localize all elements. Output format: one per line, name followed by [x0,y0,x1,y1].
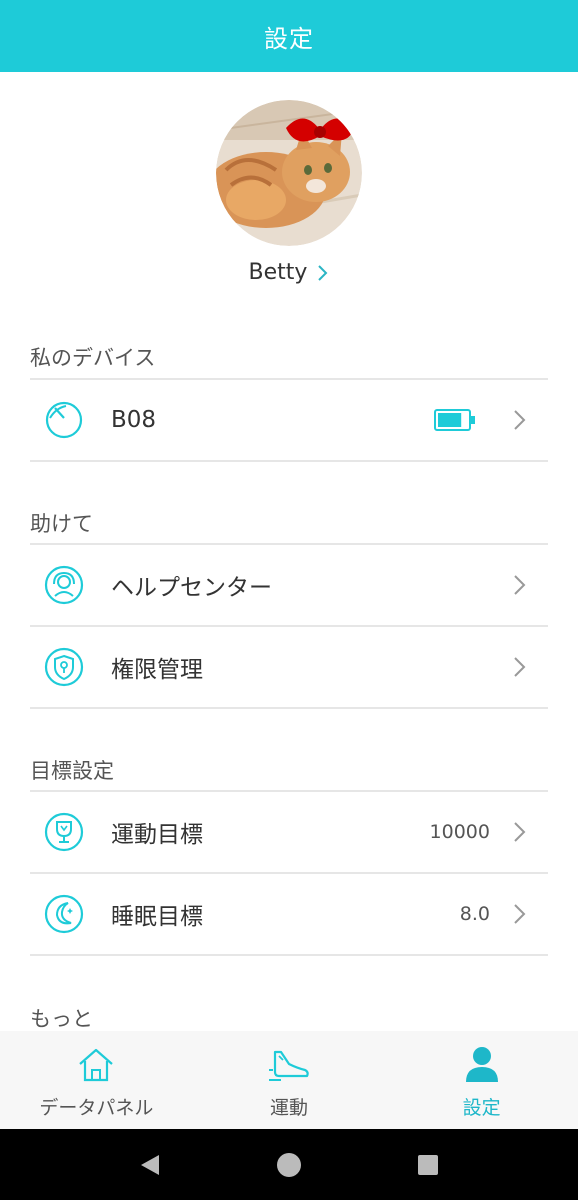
headset-icon [44,565,84,605]
section-title-device: 私のデバイス [30,346,156,370]
help-center-row[interactable]: ヘルプセンター [30,545,548,627]
profile-name-link[interactable]: Betty [0,260,578,285]
device-row-b08[interactable]: B08 [30,380,548,462]
sleep-goal-label: 睡眠目標 [111,904,203,930]
section-title-help: 助けて [30,512,93,536]
tab-data-panel[interactable]: データパネル [0,1031,193,1129]
tab-label: 設定 [462,1097,501,1119]
tab-label: データパネル [39,1097,154,1119]
chevron-right-icon [510,820,530,844]
tab-settings[interactable]: 設定 [385,1031,578,1129]
section-title-goals: 目標設定 [30,759,114,783]
chevron-right-icon [510,408,530,432]
tab-label: 運動 [270,1097,309,1119]
recents-button[interactable] [408,1145,448,1185]
profile-section: Betty [0,100,578,285]
shield-lock-icon [44,647,84,687]
battery-icon [434,408,476,432]
moon-icon [44,894,84,934]
home-button[interactable] [269,1145,309,1185]
sleep-goal-value: 8.0 [459,903,490,925]
profile-name: Betty [248,260,308,285]
chevron-right-icon [510,655,530,679]
home-icon [74,1045,118,1085]
chevron-right-icon [510,902,530,926]
system-nav-bar [0,1129,578,1200]
tab-exercise[interactable]: 運動 [193,1031,386,1129]
help-list: ヘルプセンター 権限管理 [30,543,548,709]
device-name: B08 [111,407,157,433]
trophy-icon [44,812,84,852]
exercise-goal-label: 運動目標 [111,822,203,848]
permission-management-label: 権限管理 [111,657,203,683]
device-list: B08 [30,378,548,462]
shoe-icon [267,1045,311,1085]
chevron-right-icon [510,573,530,597]
page-title: 設定 [264,24,314,53]
exercise-goal-value: 10000 [429,821,490,843]
help-center-label: ヘルプセンター [111,575,272,601]
section-title-more: もっと [30,1007,93,1031]
exercise-goal-row[interactable]: 運動目標 10000 [30,792,548,874]
back-button[interactable] [130,1145,170,1185]
goals-list: 運動目標 10000 睡眠目標 8.0 [30,790,548,956]
watch-icon [44,400,84,440]
chevron-right-icon [318,264,328,281]
permission-management-row[interactable]: 権限管理 [30,627,548,709]
app-header: 設定 [0,0,578,72]
bottom-tab-bar: データパネル 運動 設定 [0,1031,578,1129]
sleep-goal-row[interactable]: 睡眠目標 8.0 [30,874,548,956]
person-icon [460,1045,504,1085]
avatar[interactable] [216,100,362,246]
